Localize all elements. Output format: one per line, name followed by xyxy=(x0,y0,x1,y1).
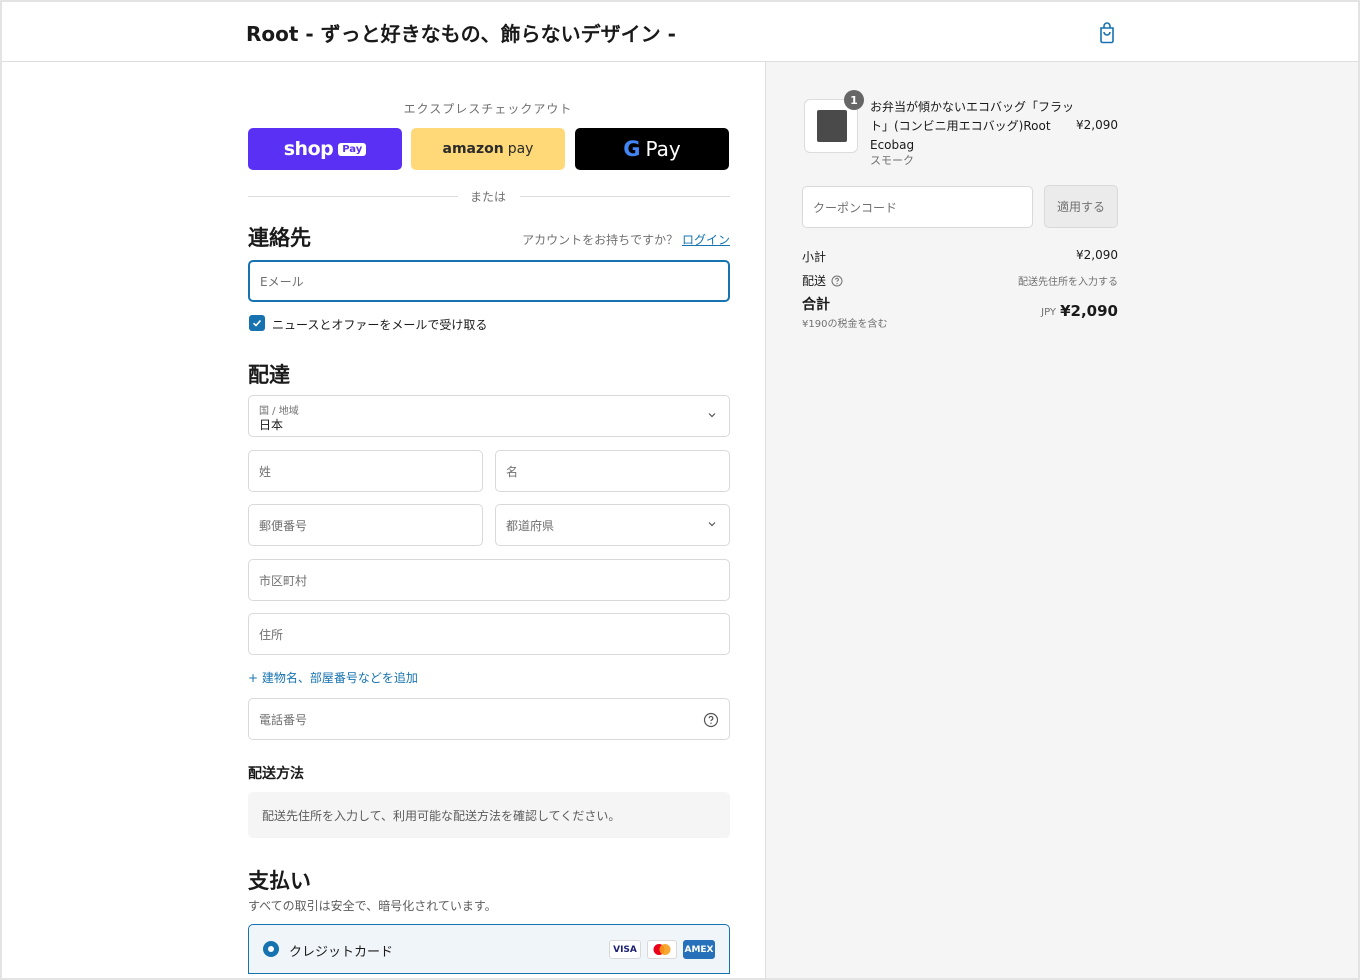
express-checkout-title: エクスプレスチェックアウト xyxy=(403,102,573,116)
add-building-link[interactable]: + 建物名、部屋番号などを追加 xyxy=(248,669,418,686)
help-circle-icon[interactable] xyxy=(703,712,719,728)
contact-heading: 連絡先 xyxy=(248,226,311,250)
subtotal-label: 小計 xyxy=(802,250,827,264)
product-image xyxy=(817,110,847,142)
shopping-bag-icon[interactable] xyxy=(1096,20,1118,44)
last-name-placeholder: 姓 xyxy=(259,464,272,479)
address-field[interactable]: 住所 xyxy=(248,613,730,655)
city-field[interactable]: 市区町村 xyxy=(248,559,730,601)
login-link[interactable]: ログイン xyxy=(682,233,730,247)
or-text: または xyxy=(469,190,506,204)
apply-coupon-button[interactable]: 適用する xyxy=(1044,185,1118,228)
amazon-pay-button[interactable]: amazon pay xyxy=(411,128,565,170)
postal-code-placeholder: 郵便番号 xyxy=(259,518,308,533)
phone-field[interactable]: 電話番号 xyxy=(248,698,730,740)
email-placeholder: Eメール xyxy=(260,274,304,289)
newsletter-checkbox[interactable] xyxy=(249,315,265,331)
mastercard-icon xyxy=(647,940,677,959)
first-name-placeholder: 名 xyxy=(506,464,519,479)
shop-pay-badge: Pay xyxy=(338,142,367,156)
product-price: ¥2,090 xyxy=(1076,118,1118,132)
country-value: 日本 xyxy=(259,418,284,432)
checkmark-icon xyxy=(252,319,262,327)
country-select[interactable]: 国 / 地域 日本 xyxy=(248,395,730,437)
shipping-method-note: 配送先住所を入力して、利用可能な配送方法を確認してください。 xyxy=(248,792,730,838)
secure-note: すべての取引は安全で、暗号化されています。 xyxy=(248,899,497,913)
store-title[interactable]: Root - ずっと好きなもの、飾らないデザイン - xyxy=(246,18,676,47)
tax-note: ¥190の税金を含む xyxy=(802,319,888,330)
coupon-placeholder: クーポンコード xyxy=(813,200,898,215)
amex-icon: AMEX xyxy=(683,940,715,959)
prefecture-placeholder: 都道府県 xyxy=(506,518,555,533)
prefecture-select[interactable]: 都道府県 xyxy=(495,504,730,546)
checkout-page: Root - ずっと好きなもの、飾らないデザイン - 1 お弁当が傾かないエコバ… xyxy=(0,0,1360,980)
product-name: お弁当が傾かないエコバッグ「フラット」(コンビニ用エコバッグ)Root Ecob… xyxy=(870,100,1075,152)
chevron-down-icon xyxy=(708,413,716,418)
shipping-value: 配送先住所を入力する xyxy=(1018,277,1118,288)
google-pay-button[interactable]: G Pay xyxy=(575,128,729,170)
or-divider: または xyxy=(246,186,730,206)
chevron-down-icon xyxy=(708,522,716,527)
amazon-pay-logo: amazon xyxy=(442,141,504,157)
credit-card-radio[interactable] xyxy=(263,941,279,957)
shipping-row-label: 配送 xyxy=(802,272,843,289)
coupon-code-input[interactable]: クーポンコード xyxy=(802,186,1033,228)
order-summary: 1 お弁当が傾かないエコバッグ「フラット」(コンビニ用エコバッグ)Root Ec… xyxy=(765,62,1358,978)
shipping-label: 配送 xyxy=(802,274,827,288)
total-label: 合計 xyxy=(802,297,830,313)
subtotal-value: ¥2,090 xyxy=(1076,248,1118,262)
email-field[interactable]: Eメール xyxy=(248,260,730,302)
address-placeholder: 住所 xyxy=(259,627,284,642)
last-name-field[interactable]: 姓 xyxy=(248,450,483,492)
credit-card-label: クレジットカード xyxy=(289,945,394,960)
postal-code-field[interactable]: 郵便番号 xyxy=(248,504,483,546)
shop-pay-logo: shop xyxy=(283,138,334,160)
first-name-field[interactable]: 名 xyxy=(495,450,730,492)
product-variant: スモーク xyxy=(870,154,914,167)
total-value: ¥2,090 xyxy=(1060,302,1118,320)
shipping-method-heading: 配送方法 xyxy=(248,766,304,782)
visa-icon: VISA xyxy=(609,940,641,959)
currency-code: JPY xyxy=(1041,307,1056,318)
google-pay-word: Pay xyxy=(645,137,681,161)
credit-card-option[interactable]: クレジットカード VISA AMEX xyxy=(248,924,730,974)
account-prompt: アカウントをお持ちですか？ ログイン xyxy=(522,231,730,248)
quantity-badge: 1 xyxy=(844,90,864,110)
amazon-pay-word: pay xyxy=(507,141,534,157)
payment-heading: 支払い xyxy=(248,869,311,893)
header: Root - ずっと好きなもの、飾らないデザイン - xyxy=(2,2,1358,62)
city-placeholder: 市区町村 xyxy=(259,573,308,588)
country-label: 国 / 地域 xyxy=(259,406,299,417)
google-g-icon: G xyxy=(623,137,641,161)
account-prompt-text: アカウントをお持ちですか？ xyxy=(522,233,679,247)
shop-pay-button[interactable]: shop Pay xyxy=(248,128,402,170)
delivery-heading: 配達 xyxy=(248,363,290,387)
phone-placeholder: 電話番号 xyxy=(259,712,308,727)
newsletter-label[interactable]: ニュースとオファーをメールで受け取る xyxy=(272,316,487,333)
help-circle-icon[interactable] xyxy=(831,275,843,287)
